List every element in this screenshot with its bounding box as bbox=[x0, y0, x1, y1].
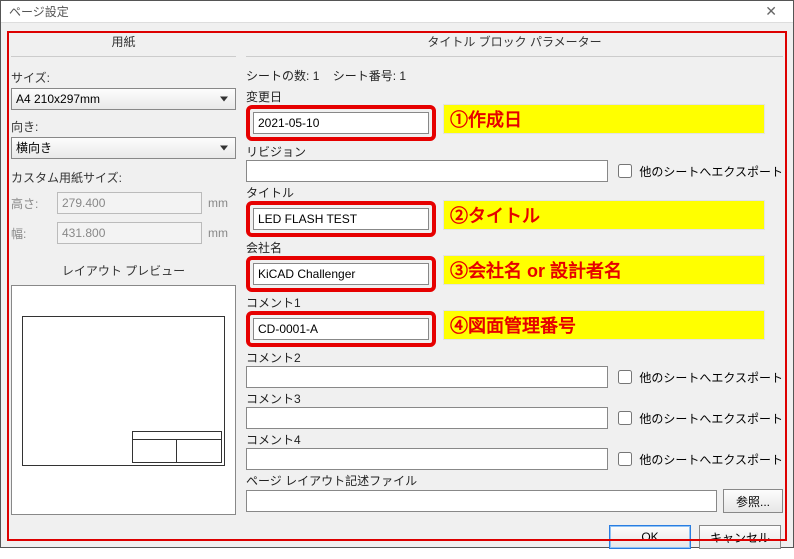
preview-header: レイアウト プレビュー bbox=[11, 258, 236, 283]
comment1-input[interactable] bbox=[253, 318, 429, 340]
width-label: 幅: bbox=[11, 225, 51, 242]
revision-input[interactable] bbox=[246, 160, 608, 182]
annotation-2: ②タイトル bbox=[444, 201, 764, 229]
paper-size-select[interactable]: A4 210x297mm bbox=[11, 88, 236, 110]
browse-button[interactable]: 参照... bbox=[723, 489, 783, 513]
comment3-export-checkbox[interactable]: 他のシートへエクスポート bbox=[614, 408, 783, 428]
paper-header: 用紙 bbox=[11, 29, 236, 57]
comment4-label: コメント4 bbox=[246, 431, 783, 448]
comment2-input[interactable] bbox=[246, 366, 608, 388]
titlebar: ページ設定 ✕ bbox=[1, 1, 793, 23]
revision-export-checkbox[interactable]: 他のシートへエクスポート bbox=[614, 161, 783, 181]
annotation-4: ④図面管理番号 bbox=[444, 311, 764, 339]
company-highlight bbox=[246, 256, 436, 292]
layoutfile-label: ページ レイアウト記述ファイル bbox=[246, 472, 783, 489]
comment1-label: コメント1 bbox=[246, 294, 783, 311]
title-label: タイトル bbox=[246, 184, 783, 201]
date-label: 変更日 bbox=[246, 88, 783, 105]
annotation-3: ③会社名 or 設計者名 bbox=[444, 256, 764, 284]
company-label: 会社名 bbox=[246, 239, 783, 256]
layoutfile-input[interactable] bbox=[246, 490, 717, 512]
window-title: ページ設定 bbox=[9, 3, 69, 20]
preview-page bbox=[22, 316, 225, 466]
custom-height-input bbox=[57, 192, 202, 214]
page-settings-dialog: ページ設定 ✕ 用紙 サイズ: A4 210x297mm 向き: 横向き カスタ… bbox=[0, 0, 794, 548]
annotation-1: ①作成日 bbox=[444, 105, 764, 133]
title-input[interactable] bbox=[253, 208, 429, 230]
comment4-input[interactable] bbox=[246, 448, 608, 470]
issue-date-input[interactable] bbox=[253, 112, 429, 134]
date-highlight bbox=[246, 105, 436, 141]
orientation-label: 向き: bbox=[11, 118, 236, 135]
comment3-label: コメント3 bbox=[246, 390, 783, 407]
title-highlight bbox=[246, 201, 436, 237]
comment3-input[interactable] bbox=[246, 407, 608, 429]
titleblock-header: タイトル ブロック パラメーター bbox=[246, 29, 783, 57]
cancel-button[interactable]: キャンセル bbox=[699, 525, 781, 549]
height-label: 高さ: bbox=[11, 195, 51, 212]
sheet-info: シートの数: 1 シート番号: 1 bbox=[246, 67, 783, 84]
comment4-export-checkbox[interactable]: 他のシートへエクスポート bbox=[614, 449, 783, 469]
dialog-buttons: OK キャンセル bbox=[1, 519, 793, 559]
custom-size-header: カスタム用紙サイズ: bbox=[11, 169, 236, 186]
height-unit: mm bbox=[208, 196, 236, 210]
ok-button[interactable]: OK bbox=[609, 525, 691, 549]
orientation-select[interactable]: 横向き bbox=[11, 137, 236, 159]
width-unit: mm bbox=[208, 226, 236, 240]
layout-preview bbox=[11, 285, 236, 515]
size-label: サイズ: bbox=[11, 69, 236, 86]
close-icon[interactable]: ✕ bbox=[757, 1, 785, 22]
comment1-highlight bbox=[246, 311, 436, 347]
revision-label: リビジョン bbox=[246, 143, 783, 160]
comment2-export-checkbox[interactable]: 他のシートへエクスポート bbox=[614, 367, 783, 387]
company-input[interactable] bbox=[253, 263, 429, 285]
preview-titleblock bbox=[132, 431, 222, 463]
custom-width-input bbox=[57, 222, 202, 244]
comment2-label: コメント2 bbox=[246, 349, 783, 366]
